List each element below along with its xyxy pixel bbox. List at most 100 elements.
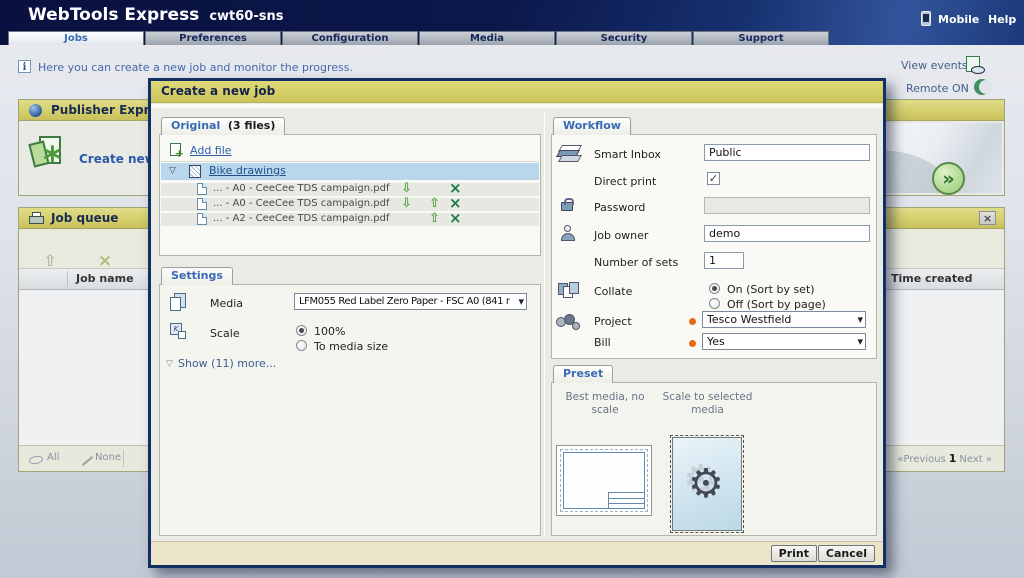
column-job-name: Job name xyxy=(76,272,134,285)
collate-on-label: On (Sort by set) xyxy=(727,283,815,296)
tab-settings[interactable]: Settings xyxy=(161,267,233,285)
password-lock-icon xyxy=(561,202,573,211)
app-name: WebTools Express xyxy=(28,5,199,25)
new-star-glyph: * xyxy=(43,146,62,176)
preset-option-1-label: Best media, no scale xyxy=(552,391,658,417)
scale-to-media-label: To media size xyxy=(314,340,388,353)
file-icon xyxy=(197,183,207,195)
collate-off-radio[interactable] xyxy=(709,298,720,309)
number-of-sets-label: Number of sets xyxy=(594,256,678,269)
tab-preset[interactable]: Preset xyxy=(553,365,613,383)
collate-icon xyxy=(558,281,582,301)
project-select[interactable]: Tesco Westfield ▾ xyxy=(702,311,866,328)
job-owner-input[interactable]: demo xyxy=(704,225,870,242)
tab-jobs[interactable]: Jobs xyxy=(8,31,144,45)
tab-configuration[interactable]: Configuration xyxy=(282,31,418,45)
move-up-icon[interactable]: ⇧ xyxy=(429,196,440,211)
file-row[interactable]: ... - A0 - CeeCee TDS campaign.pdf ⇩ ⇧ × xyxy=(161,198,539,211)
tab-preferences[interactable]: Preferences xyxy=(145,31,281,45)
job-owner-label: Job owner xyxy=(594,229,648,242)
tab-media[interactable]: Media xyxy=(419,31,555,45)
scale-to-media-radio[interactable] xyxy=(296,340,307,351)
direct-print-label: Direct print xyxy=(594,175,656,188)
host-name: cwt60-sns xyxy=(209,9,283,24)
original-group: + Add file ▽ Bike drawings ... - A0 - Ce… xyxy=(159,134,541,256)
close-panel-button[interactable]: × xyxy=(979,211,996,225)
view-events-icon[interactable] xyxy=(966,56,980,72)
dialog-footer: Print Cancel xyxy=(151,541,883,565)
print-button[interactable]: Print xyxy=(771,545,817,562)
info-icon: i xyxy=(18,60,31,73)
settings-group: Media LFM055 Red Label Zero Paper - FSC … xyxy=(159,284,541,536)
move-up-icon[interactable]: ⇧ xyxy=(429,211,440,226)
select-all-link[interactable]: All xyxy=(47,452,59,463)
printer-icon xyxy=(29,212,44,224)
smart-inbox-input[interactable]: Public xyxy=(704,144,870,161)
scale-100-radio[interactable] xyxy=(296,325,307,336)
preset-group: Best media, no scale Scale to selected m… xyxy=(551,382,877,536)
file-row[interactable]: ... - A2 - CeeCee TDS campaign.pdf ⇧ × xyxy=(161,213,539,226)
cancel-button[interactable]: Cancel xyxy=(818,545,875,562)
remote-on-link[interactable]: Remote ON xyxy=(906,82,969,95)
tab-original[interactable]: Original (3 files) xyxy=(161,117,285,135)
scale-icon: K xyxy=(170,323,188,341)
previous-page-link[interactable]: «Previous xyxy=(897,454,945,465)
app-title: WebTools Express cwt60-sns xyxy=(28,5,283,25)
move-down-icon[interactable]: ⇩ xyxy=(401,196,412,211)
dropdown-arrow-icon: ▾ xyxy=(857,313,863,326)
smart-inbox-icon xyxy=(558,145,582,163)
webtools-express-app: WebTools Express cwt60-sns Mobile Help Jo… xyxy=(0,0,1024,578)
password-input[interactable] xyxy=(704,197,870,214)
next-page-link[interactable]: Next » xyxy=(959,454,992,465)
dialog-title: Create a new job xyxy=(161,84,275,98)
collate-on-radio[interactable] xyxy=(709,283,720,294)
pagination: «Previous 1Next » xyxy=(897,452,992,465)
mobile-icon xyxy=(921,11,931,26)
tab-workflow[interactable]: Workflow xyxy=(553,117,631,135)
select-all-icon xyxy=(28,455,43,465)
current-page[interactable]: 1 xyxy=(949,452,957,465)
select-none-icon xyxy=(82,456,93,466)
preset-scale-to-media-thumbnail[interactable]: ⚙ ⚙ xyxy=(672,437,742,531)
go-chevron-button[interactable]: » xyxy=(932,162,965,195)
dropdown-arrow-icon: ▾ xyxy=(857,335,863,348)
bill-required-dot xyxy=(689,340,696,347)
file-icon xyxy=(197,213,207,225)
media-select[interactable]: LFM055 Red Label Zero Paper - FSC A0 (84… xyxy=(294,293,527,310)
tab-security[interactable]: Security xyxy=(556,31,692,45)
remote-crescent-icon[interactable] xyxy=(974,79,990,95)
job-owner-icon xyxy=(560,225,576,242)
direct-print-checkbox[interactable]: ✓ xyxy=(707,172,720,185)
dropdown-arrow-icon: ▾ xyxy=(518,295,524,308)
create-new-job-icon[interactable]: * xyxy=(31,136,65,178)
collate-off-label: Off (Sort by page) xyxy=(727,298,826,311)
job-queue-title: Job queue xyxy=(51,211,118,225)
dialog-title-bar: Create a new job xyxy=(151,81,883,103)
mobile-link[interactable]: Mobile xyxy=(938,13,979,26)
preset-best-media-thumbnail[interactable] xyxy=(556,445,652,516)
project-icon xyxy=(556,313,582,331)
media-label: Media xyxy=(210,297,243,310)
delete-x-icon: × xyxy=(79,253,131,269)
show-more-expander-icon[interactable]: ▽ xyxy=(166,359,173,369)
preset-option-2-label: Scale to selected media xyxy=(660,391,755,417)
select-none-link[interactable]: None xyxy=(95,452,121,463)
show-more-link[interactable]: Show (11) more... xyxy=(178,357,276,370)
add-file-icon: + xyxy=(170,143,181,156)
view-events-link[interactable]: View events xyxy=(901,59,968,72)
tab-support[interactable]: Support xyxy=(693,31,829,45)
folder-link[interactable]: Bike drawings xyxy=(209,164,286,177)
help-link[interactable]: Help xyxy=(988,13,1016,26)
smart-inbox-label: Smart Inbox xyxy=(594,148,661,161)
password-label: Password xyxy=(594,201,645,214)
gear-icon: ⚙ xyxy=(688,464,724,504)
add-file-link[interactable]: Add file xyxy=(190,144,232,157)
move-down-icon[interactable]: ⇩ xyxy=(401,181,412,196)
remove-file-icon[interactable]: × xyxy=(449,211,462,226)
scale-100-label: 100% xyxy=(314,325,345,338)
folder-row[interactable]: ▽ Bike drawings xyxy=(161,163,539,180)
file-row[interactable]: ... - A0 - CeeCee TDS campaign.pdf ⇩ × xyxy=(161,183,539,196)
number-of-sets-input[interactable]: 1 xyxy=(704,252,744,269)
bill-select[interactable]: Yes ▾ xyxy=(702,333,866,350)
tree-expander-icon[interactable]: ▽ xyxy=(169,166,176,176)
